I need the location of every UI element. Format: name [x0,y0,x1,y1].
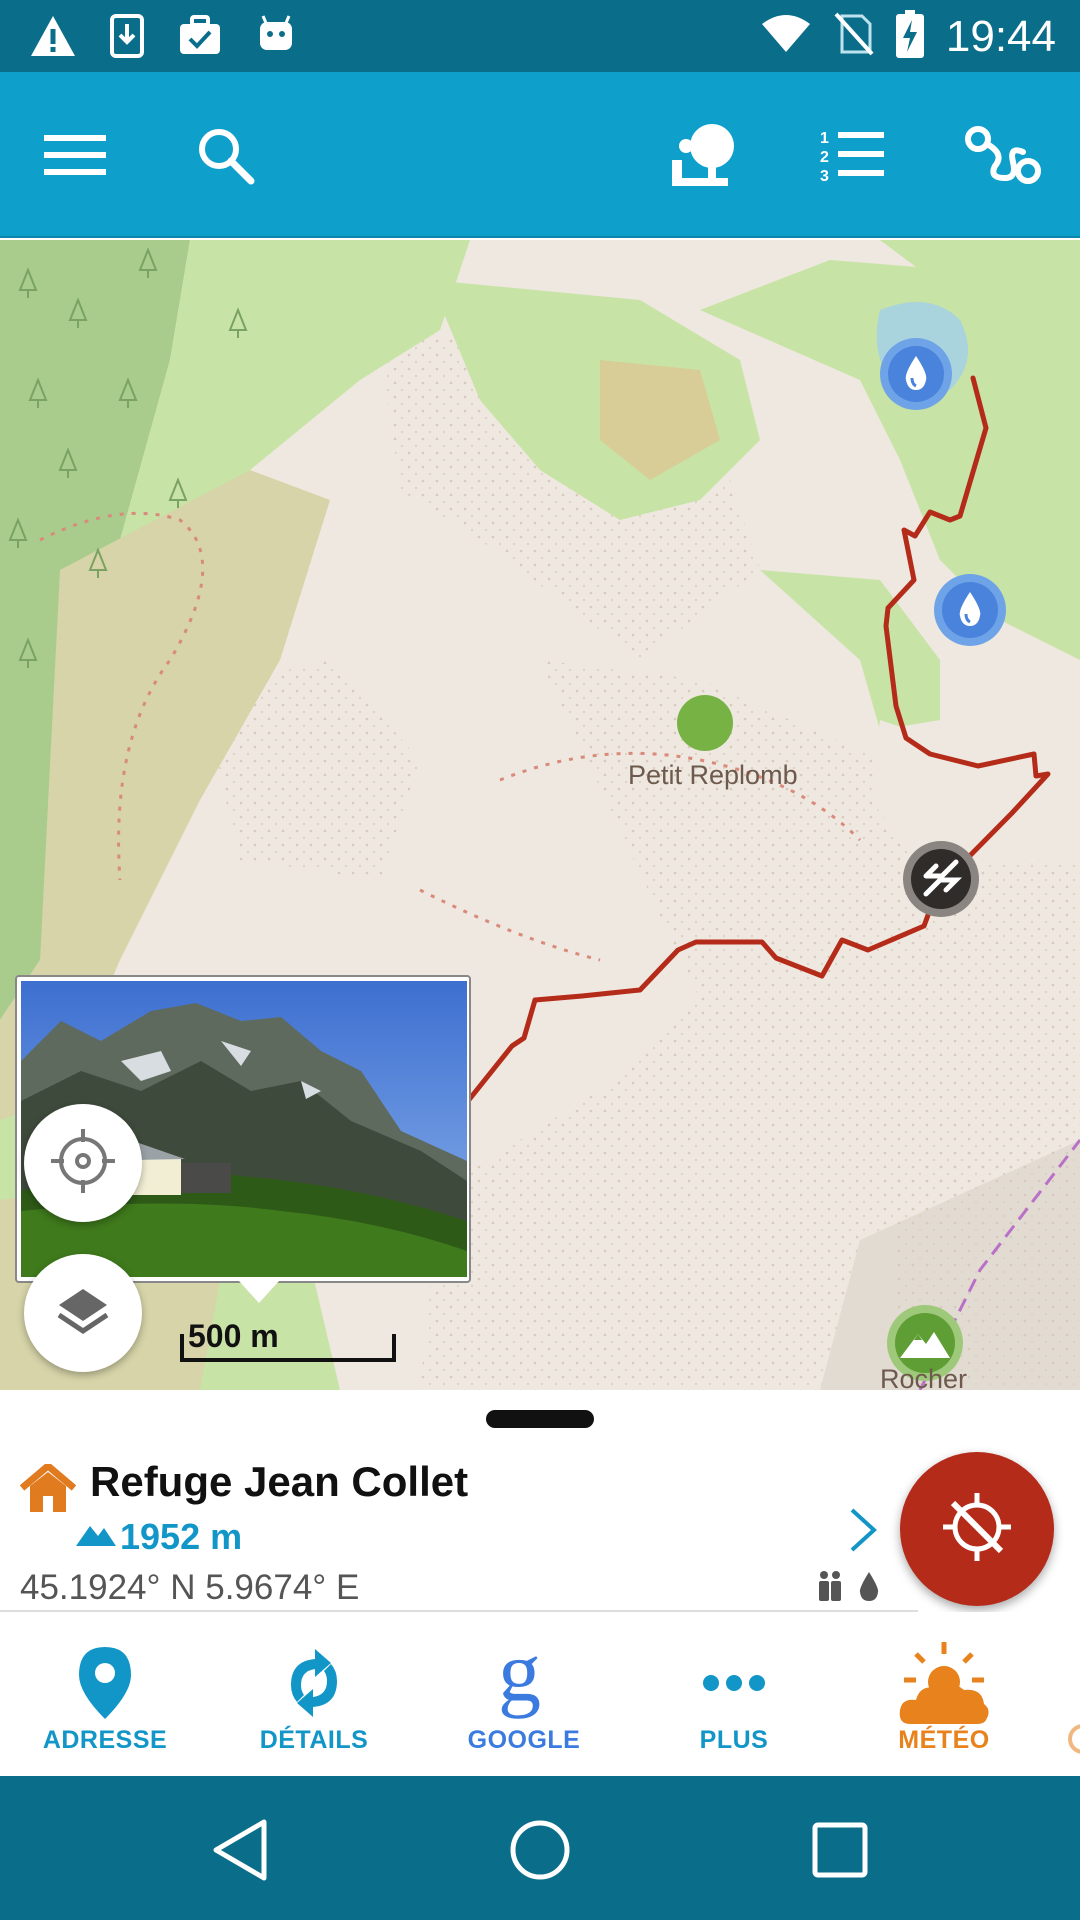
weather-icon [896,1640,992,1731]
search-button[interactable] [180,112,270,202]
summit-dot-marker[interactable] [676,694,734,752]
weather-action[interactable]: MÉTÉO [844,1612,1044,1776]
android-icon [256,14,296,63]
refresh-icon [279,1645,349,1726]
chevron-right-icon[interactable] [848,1506,878,1559]
poi-elevation: 1952 m [120,1516,243,1557]
poi-filter-button[interactable] [660,112,750,202]
place-label: Petit Replomb [628,760,798,790]
home-button[interactable] [500,1812,580,1892]
route-button[interactable] [958,112,1048,202]
scale-label: 500 m [188,1318,279,1354]
water-marker[interactable] [932,572,1008,648]
google-label: GOOGLE [467,1726,581,1754]
search-icon [195,125,255,190]
place-label: Rocher [880,1364,968,1390]
map-view[interactable]: Petit Replomb Rocher 500 m [0,240,1080,1390]
back-triangle-icon [210,1818,270,1887]
no-sim-icon [834,12,874,61]
google-icon: g [494,1623,554,1733]
details-label: DÉTAILS [259,1726,369,1754]
address-label: ADRESSE [42,1726,168,1754]
my-location-button[interactable] [24,1104,142,1222]
warning-icon [30,14,76,63]
wifi-icon [760,14,812,59]
numbered-list-icon: 1 2 3 [820,127,886,188]
overflow-action-hint [1068,1724,1080,1754]
water-drop-icon [858,1570,880,1607]
navigate-to-button[interactable] [900,1452,1054,1606]
back-button[interactable] [200,1812,280,1892]
poi-name: Refuge Jean Collet [90,1458,469,1505]
svg-text:2: 2 [820,149,829,166]
map-layers-button[interactable] [24,1254,142,1372]
svg-text:3: 3 [820,168,829,183]
route-icon [965,124,1041,191]
address-action[interactable]: ADRESSE [5,1612,205,1776]
sheet-drag-handle[interactable] [486,1410,594,1428]
list-button[interactable]: 1 2 3 [808,112,898,202]
crosshair-icon [48,1126,118,1201]
app-toolbar: 1 2 3 [0,72,1080,238]
map-scale: 500 m [180,1318,396,1362]
recents-button[interactable] [800,1812,880,1892]
pass-icon [902,841,980,922]
more-dots-icon [701,1673,767,1698]
poi-coordinates[interactable]: 45.1924° N 5.9674° E [20,1568,359,1608]
download-icon [110,14,144,63]
popup-pointer [239,1281,279,1303]
battery-charging-icon [895,10,924,63]
water-icon [878,338,954,416]
google-action[interactable]: g GOOGLE [424,1612,624,1776]
refuge-icon [19,1461,77,1519]
peak-dot-icon [676,695,734,756]
poi-tree-icon [670,122,740,193]
water-icon [932,574,1008,652]
action-bar: ADRESSE DÉTAILS g GOOGLE PLUS MÉTÉO [0,1612,1080,1776]
more-label: PLUS [699,1726,769,1754]
recents-square-icon [812,1822,868,1883]
status-bar: 19:44 [0,0,1080,72]
svg-text:1: 1 [820,130,829,147]
water-marker[interactable] [878,336,954,412]
home-circle-icon [508,1818,572,1887]
map-pin-icon [77,1645,133,1726]
clock: 19:44 [945,11,1056,61]
menu-button[interactable] [30,112,120,202]
layers-icon [55,1283,111,1344]
pass-marker[interactable] [902,840,980,918]
elevation-icon [76,1520,116,1553]
menu-icon [44,133,106,182]
weather-label: MÉTÉO [898,1726,990,1754]
svg-text:g: g [498,1638,541,1719]
people-icon [816,1570,844,1607]
system-nav-bar [0,1776,1080,1920]
details-action[interactable]: DÉTAILS [214,1612,414,1776]
briefcase-check-icon [178,14,222,63]
navigation-off-icon [939,1489,1015,1570]
more-action[interactable]: PLUS [634,1612,834,1776]
